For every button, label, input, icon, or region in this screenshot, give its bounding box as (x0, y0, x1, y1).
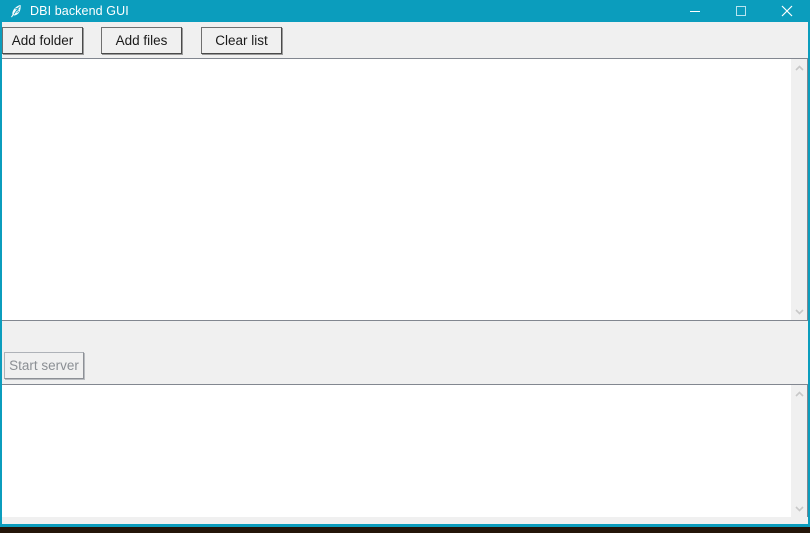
window-title: DBI backend GUI (30, 4, 129, 18)
chevron-down-icon (794, 505, 804, 512)
scroll-thumb[interactable] (791, 402, 807, 500)
minimize-button[interactable] (672, 0, 718, 22)
toolbar: Add folder Add files Clear list (2, 22, 808, 59)
scroll-down-button[interactable] (791, 500, 807, 517)
maximize-icon (736, 6, 746, 16)
server-control-panel: Start server (2, 321, 808, 384)
close-icon (781, 5, 793, 17)
feather-icon (11, 5, 21, 18)
log-output-textarea[interactable] (2, 384, 808, 517)
maximize-button[interactable] (718, 0, 764, 22)
clear-list-button[interactable]: Clear list (201, 27, 282, 54)
minimize-icon (690, 11, 700, 12)
add-folder-button[interactable]: Add folder (2, 27, 83, 54)
file-list-textarea[interactable] (2, 58, 808, 321)
window-bottom-strip (2, 517, 808, 524)
chevron-down-icon (794, 308, 804, 315)
scroll-up-button[interactable] (791, 385, 807, 402)
file-list-scrollbar[interactable] (791, 59, 807, 320)
add-files-button[interactable]: Add files (101, 27, 182, 54)
scroll-thumb[interactable] (791, 76, 807, 303)
start-server-button[interactable]: Start server (4, 352, 84, 379)
file-list-content[interactable] (2, 59, 791, 320)
chevron-up-icon (794, 390, 804, 397)
scroll-down-button[interactable] (791, 303, 807, 320)
chevron-up-icon (794, 64, 804, 71)
log-output-scrollbar[interactable] (791, 385, 807, 517)
log-output-content[interactable] (2, 385, 791, 517)
close-button[interactable] (764, 0, 808, 22)
scroll-up-button[interactable] (791, 59, 807, 76)
title-bar[interactable]: DBI backend GUI (2, 0, 808, 22)
application-window: DBI backend GUI Add folder Add files Cle… (0, 0, 810, 527)
